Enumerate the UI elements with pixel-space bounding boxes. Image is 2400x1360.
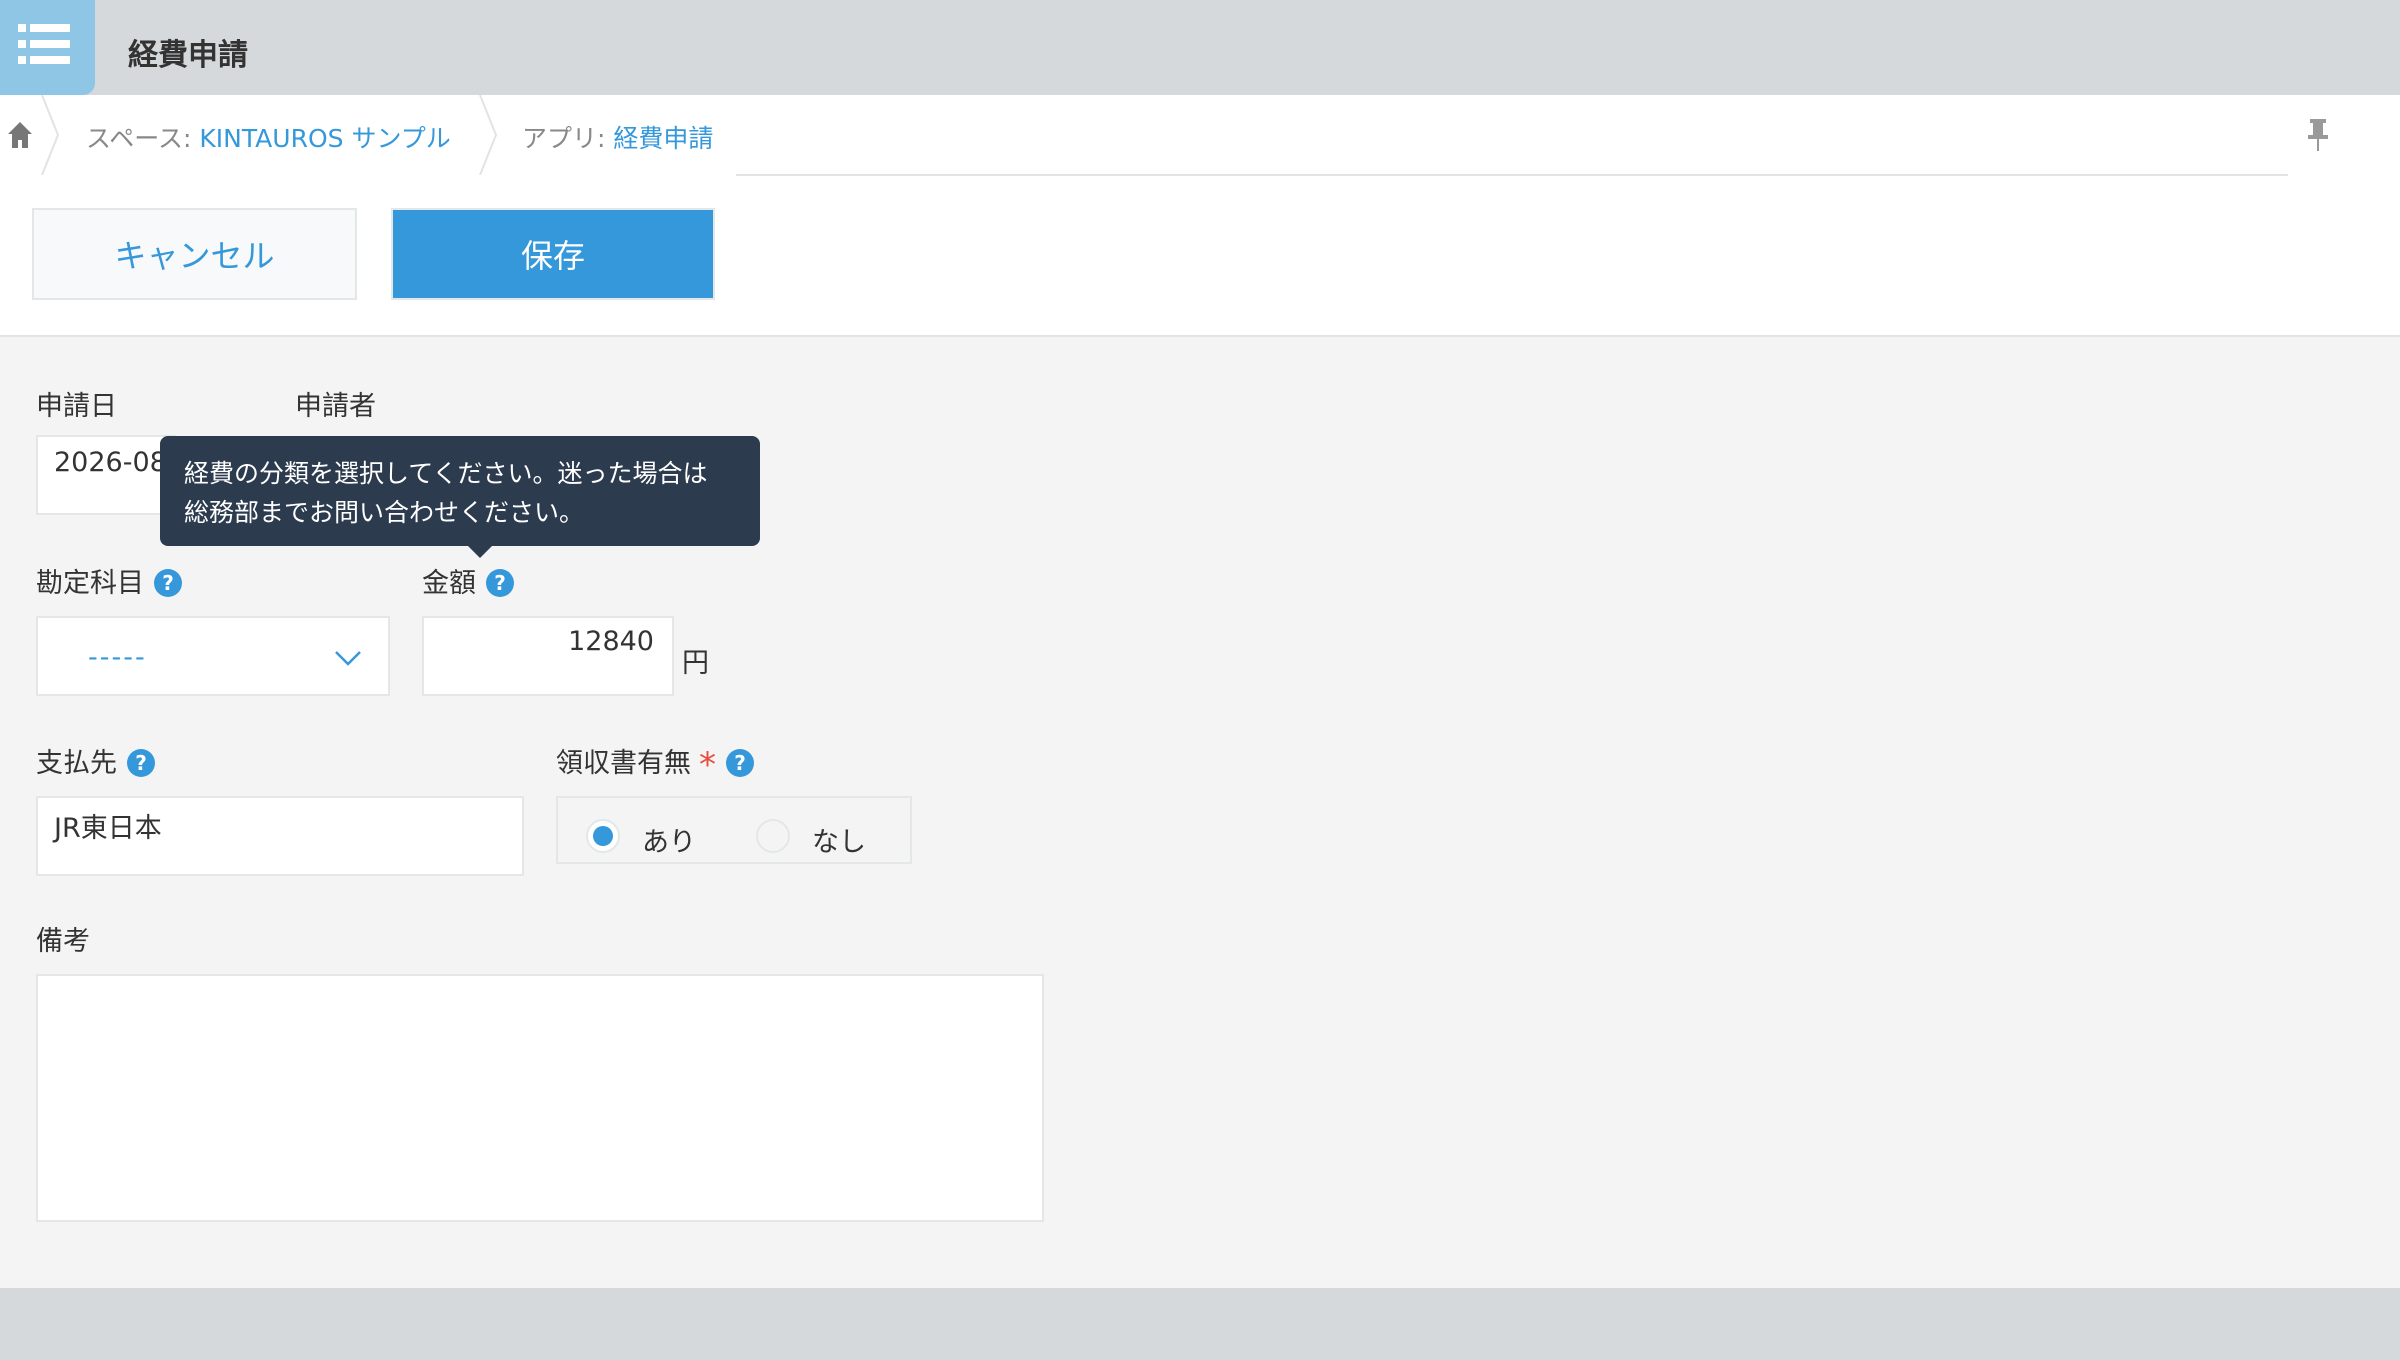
breadcrumb-divider [736,174,2288,176]
payee-label: 支払先? [36,741,155,780]
cancel-button[interactable]: キャンセル [32,208,357,300]
save-button[interactable]: 保存 [391,208,715,300]
receipt-option-yes-label[interactable]: あり [642,820,696,859]
remarks-label: 備考 [36,926,90,957]
amount-label-text: 金額 [422,568,476,599]
receipt-radio-group: あり なし [556,796,912,864]
chevron-down-icon [335,651,361,666]
breadcrumb-space-prefix: スペース: [86,124,200,153]
breadcrumb-space-link[interactable]: KINTAUROS サンプル [199,124,450,153]
breadcrumb-space[interactable]: スペース: KINTAUROS サンプル [86,119,451,155]
applicant-label: 申請者 [295,391,376,422]
amount-unit: 円 [682,648,709,679]
payee-input[interactable]: JR東日本 [36,796,524,876]
home-icon[interactable] [6,120,34,154]
receipt-label: 領収書有無 *? [556,741,754,785]
account-label-text: 勘定科目 [36,568,144,599]
help-icon[interactable]: ? [486,569,514,597]
breadcrumb-app-link[interactable]: 経費申請 [613,124,713,153]
payee-label-text: 支払先 [36,748,117,779]
receipt-radio-yes[interactable] [586,819,620,853]
amount-label: 金額? [422,561,514,600]
breadcrumb-app-prefix: アプリ: [522,124,614,153]
breadcrumb-separator [479,95,498,175]
receipt-option-no-label[interactable]: なし [812,820,866,859]
breadcrumb-separator [41,95,60,175]
remarks-textarea[interactable] [36,974,1044,1222]
account-label: 勘定科目? [36,561,182,600]
list-icon[interactable] [0,0,95,95]
help-icon[interactable]: ? [127,749,155,777]
account-select-value: ----- [88,642,147,673]
help-icon[interactable]: ? [154,569,182,597]
receipt-label-text: 領収書有無 [556,748,691,779]
application-date-label: 申請日 [36,391,117,422]
amount-input[interactable]: 12840 [422,616,674,696]
receipt-radio-no[interactable] [756,819,790,853]
required-mark: * [699,745,716,785]
tooltip-line-2: 総務部までお問い合わせください。 [184,498,585,527]
account-select[interactable]: ----- [36,616,390,696]
help-tooltip: 経費の分類を選択してください。迷った場合は 総務部までお問い合わせください。 [160,436,760,558]
app-header: 経費申請 [0,0,2400,95]
toolbar-area: スペース: KINTAUROS サンプル アプリ: 経費申請 キャンセル 保存 [0,95,2400,337]
help-icon[interactable]: ? [726,749,754,777]
tooltip-line-1: 経費の分類を選択してください。迷った場合は [184,459,708,488]
breadcrumb-app[interactable]: アプリ: 経費申請 [522,119,713,155]
pin-icon[interactable] [2306,117,2330,157]
app-title: 経費申請 [128,38,248,73]
application-date-field[interactable]: 2026-08 [36,435,176,515]
